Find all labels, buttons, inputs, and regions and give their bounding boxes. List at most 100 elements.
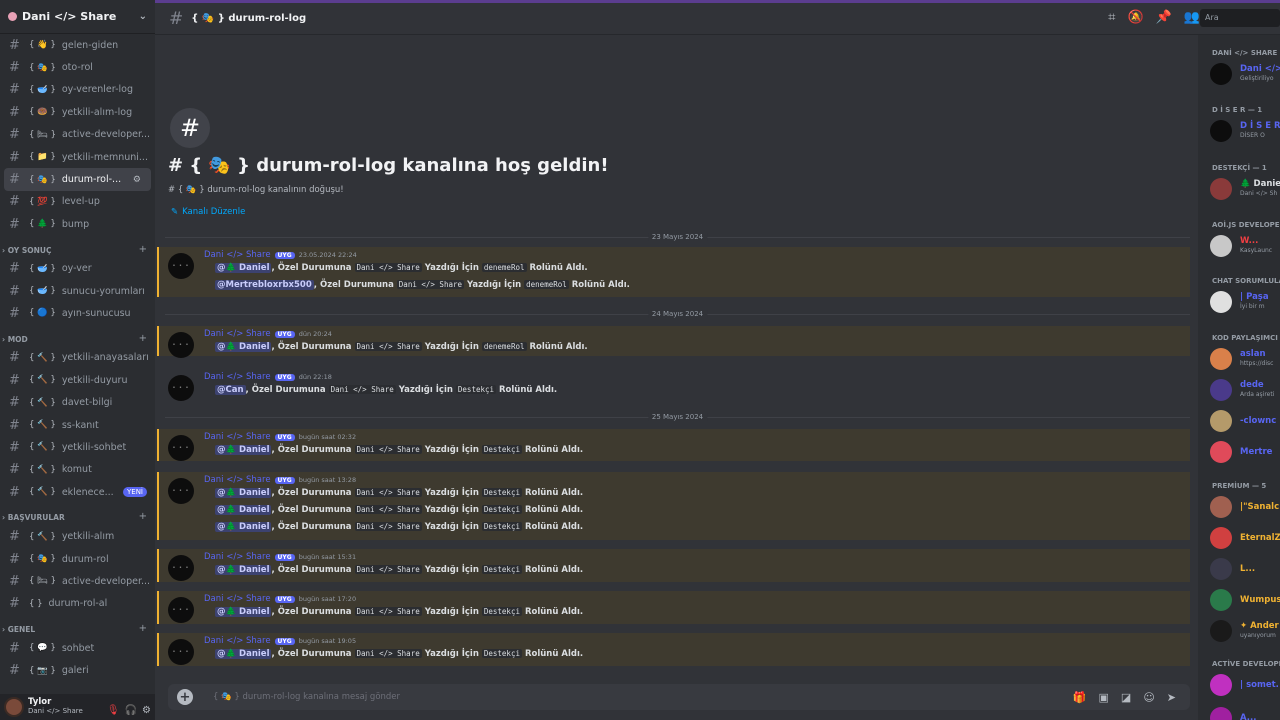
author-name[interactable]: Dani </> Share (204, 372, 271, 382)
avatar[interactable]: • • • (168, 332, 194, 358)
emoji-icon[interactable]: ☺ (1143, 691, 1154, 704)
channel-item[interactable]: # { 🎭 } oto-rol (0, 56, 155, 78)
add-channel-icon[interactable]: + (139, 511, 147, 522)
mute-mic-icon[interactable]: 🎙 (107, 705, 120, 716)
notification-bell-icon[interactable]: 🔕 (1127, 10, 1143, 25)
avatar[interactable]: • • • (168, 555, 194, 581)
sticker-icon[interactable]: ◪ (1121, 691, 1131, 704)
channel-item[interactable]: # { 🔨 } yetkili-alım (0, 525, 155, 547)
channel-item[interactable]: # { 🛏 } active-developer... (0, 124, 155, 146)
member-item[interactable]: D İ S E R DİSER O (1210, 120, 1280, 142)
channel-item[interactable]: # { 💬 } sohbet (0, 637, 155, 659)
channel-item[interactable]: # { 🔨 } yetkili-sohbet (0, 436, 155, 458)
member-item[interactable]: EternalZ (1210, 527, 1280, 549)
message[interactable]: • • • Dani </> Share UYG bugün saat 17:20 @🌲… (157, 591, 1190, 624)
channel-item[interactable]: # { 🔨 } komut (0, 459, 155, 481)
avatar[interactable]: • • • (168, 253, 194, 279)
message-input[interactable]: + { 🎭 } durum-rol-log kanalına mesaj gön… (168, 684, 1190, 710)
member-item[interactable]: dede Arda aşireti (1210, 379, 1274, 401)
members-icon[interactable]: 👥 (1184, 10, 1200, 25)
avatar[interactable]: • • • (168, 375, 194, 401)
add-channel-icon[interactable]: + (139, 244, 147, 255)
channel-item[interactable]: # { 📁 } yetkili-memnuni... (0, 146, 155, 168)
member-item[interactable]: L... (1210, 558, 1255, 580)
channel-item[interactable]: # { 📷 } galeri (0, 659, 155, 681)
category-header[interactable]: › MOD + (0, 325, 155, 347)
gear-icon[interactable]: ⚙ (142, 705, 151, 716)
channel-item[interactable]: # { 💯 } level-up (0, 191, 155, 213)
member-item[interactable]: aslan https://disc (1210, 348, 1273, 370)
category-header[interactable]: › BAŞVURULAR + (0, 503, 155, 525)
channel-item[interactable]: # { 🔵 } ayın-sunucusu (0, 302, 155, 324)
member-item[interactable]: A... (1210, 707, 1256, 720)
send-icon[interactable]: ➤ (1167, 691, 1176, 704)
member-item[interactable]: 🌲 Daniel Dani </> Sh (1210, 178, 1280, 200)
author-name[interactable]: Dani </> Share (204, 250, 271, 260)
member-item[interactable]: Wumpus (1210, 589, 1280, 611)
channel-item[interactable]: # { 🥣 } oy-verenler-log (0, 79, 155, 101)
channel-item[interactable]: # { 🎭 } durum-rol (0, 548, 155, 570)
message[interactable]: • • • Dani </> Share UYG bugün saat 02:32 @🌲… (157, 429, 1190, 461)
add-channel-icon[interactable]: + (139, 333, 147, 344)
avatar[interactable]: • • • (168, 478, 194, 504)
member-item[interactable]: W... KasyLaunc (1210, 235, 1272, 257)
author-name[interactable]: Dani </> Share (204, 552, 271, 562)
channel-item[interactable]: # { 🥣 } oy-ver (0, 258, 155, 280)
user-mention[interactable]: @Mertrebloxrbx500 (215, 280, 314, 290)
author-name[interactable]: Dani </> Share (204, 432, 271, 442)
server-header[interactable]: Dani </> Share ⌄ (0, 0, 155, 34)
avatar[interactable]: • • • (168, 435, 194, 461)
author-name[interactable]: Dani </> Share (204, 594, 271, 604)
member-item[interactable]: ✦ Ander uyanıyorum (1210, 620, 1279, 642)
user-mention[interactable]: @🌲 Daniel (215, 649, 272, 659)
user-mention[interactable]: @🌲 Daniel (215, 488, 272, 498)
category-header[interactable]: › OY SONUÇ + (0, 236, 155, 258)
channel-item[interactable]: # { 🛏 } active-developer... (0, 570, 155, 592)
member-item[interactable]: -clownc (1210, 410, 1276, 432)
channel-item[interactable]: # { 🌲 } bump (0, 213, 155, 235)
channel-item[interactable]: # { } durum-rol-al (0, 593, 155, 615)
user-mention[interactable]: @🌲 Daniel (215, 565, 272, 575)
user-mention[interactable]: @🌲 Daniel (215, 263, 272, 273)
avatar[interactable]: • • • (168, 597, 194, 623)
headphones-icon[interactable]: 🎧 (125, 705, 137, 716)
channel-item[interactable]: # { 🎭 } durum-rol-... ⚙ (4, 168, 151, 191)
user-mention[interactable]: @🌲 Daniel (215, 445, 272, 455)
channel-item[interactable]: # { 🔨 } ss-kanıt (0, 414, 155, 436)
gear-icon[interactable]: ⚙ (133, 175, 141, 185)
author-name[interactable]: Dani </> Share (204, 475, 271, 485)
channel-item[interactable]: # { 🍩 } yetkili-alım-log (0, 101, 155, 123)
avatar[interactable]: • • • (168, 639, 194, 665)
member-item[interactable]: Dani </> Geliştiriliyo (1210, 63, 1280, 85)
channel-item[interactable]: # { 🥣 } sunucu-yorumları (0, 280, 155, 302)
message[interactable]: • • • Dani </> Share UYG bugün saat 19:05 @🌲… (157, 633, 1190, 666)
channel-item[interactable]: # { 🔨 } yetkili-duyuru (0, 369, 155, 391)
add-channel-icon[interactable]: + (139, 623, 147, 634)
gif-icon[interactable]: ▣ (1099, 691, 1109, 704)
edit-channel-link[interactable]: ✎ Kanalı Düzenle (171, 207, 245, 217)
message[interactable]: • • • Dani </> Share UYG dün 20:24 @🌲 Daniel… (157, 326, 1190, 358)
threads-icon[interactable]: ⌗ (1108, 10, 1115, 25)
message[interactable]: • • • Dani </> Share UYG 23.05.2024 22:24 @🌲… (157, 247, 1190, 297)
pin-icon[interactable]: 📌 (1156, 10, 1172, 25)
channel-item[interactable]: # { 🔨 } eklenece... YENİ (0, 481, 155, 503)
channel-item[interactable]: # { 👋 } gelen-giden (0, 34, 155, 56)
user-mention[interactable]: @🌲 Daniel (215, 607, 272, 617)
user-mention[interactable]: @🌲 Daniel (215, 505, 272, 515)
message[interactable]: • • • Dani </> Share UYG bugün saat 13:28 @🌲… (157, 472, 1190, 540)
avatar[interactable] (4, 697, 24, 717)
channel-item[interactable]: # { 🔨 } yetkili-anayasaları (0, 347, 155, 369)
member-item[interactable]: Mertre (1210, 441, 1272, 463)
author-name[interactable]: Dani </> Share (204, 329, 271, 339)
search-input[interactable]: Ara (1200, 9, 1280, 27)
chevron-down-icon[interactable]: ⌄ (139, 11, 147, 22)
user-mention[interactable]: @🌲 Daniel (215, 522, 272, 532)
user-mention[interactable]: @Can (215, 385, 246, 395)
member-item[interactable]: | somet. (1210, 674, 1279, 696)
message[interactable]: • • • Dani </> Share UYG dün 22:18 @Can, Öze… (157, 369, 1190, 402)
message[interactable]: • • • Dani </> Share UYG bugün saat 15:31 @🌲… (157, 549, 1190, 582)
channel-item[interactable]: # { 🔨 } davet-bilgi (0, 391, 155, 413)
member-item[interactable]: |"Sanalc (1210, 496, 1279, 518)
gift-icon[interactable]: 🎁 (1073, 691, 1087, 704)
user-mention[interactable]: @🌲 Daniel (215, 342, 272, 352)
